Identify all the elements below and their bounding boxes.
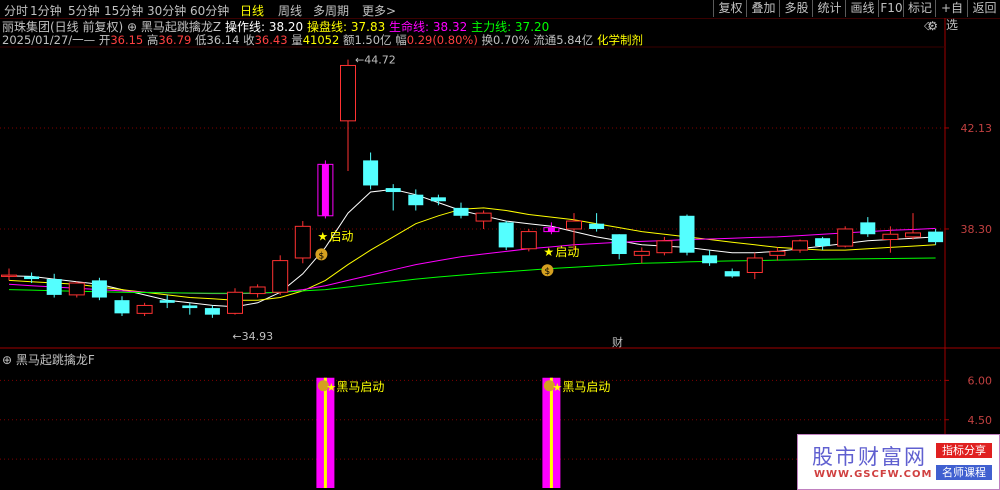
candle-body: [837, 228, 854, 247]
series-line-1: [8, 207, 936, 301]
candle-body: [860, 222, 876, 235]
star-icon: ★: [543, 245, 554, 259]
sub-signal-label: 黑马启动: [562, 380, 610, 394]
candle-body: [430, 197, 446, 202]
candle-body: [611, 234, 627, 255]
candle-body: [475, 212, 492, 222]
candle-body: [520, 231, 537, 250]
sub-indicator-header: ⊕ 黑马起跳擒龙F: [2, 351, 95, 368]
min-price-label: ←34.93: [232, 330, 273, 343]
candle-body: [633, 250, 650, 256]
ad-badge-course[interactable]: 名师课程: [936, 465, 992, 480]
star-icon: ★: [552, 381, 562, 394]
candle-body: [68, 282, 85, 296]
candle-body: [792, 240, 808, 251]
candle-body: [294, 225, 311, 259]
max-price-label: ←44.72: [355, 54, 396, 67]
series-line-2: [8, 227, 936, 295]
y-tick-label-sub: 6.00: [968, 374, 993, 387]
candle-body: [408, 194, 424, 206]
y-tick-label-main: 38.30: [961, 223, 993, 236]
candle-body: [136, 304, 153, 314]
candle-body: [746, 257, 763, 273]
candle-body: [815, 238, 831, 247]
series-line-3: [8, 257, 936, 294]
candle-body: [340, 64, 356, 122]
candle-body: [679, 215, 695, 253]
sub-indicator-name[interactable]: 黑马起跳擒龙F: [16, 353, 95, 367]
stock-chart[interactable]: 38.3042.133.004.506.00←44.72←34.93★启动$★启…: [0, 0, 1000, 490]
ad-title: 股市财富网: [812, 445, 927, 469]
finance-marker: 财: [612, 335, 623, 349]
candle-body: [272, 260, 289, 293]
money-bag-symbol: $: [319, 251, 325, 261]
candle-body: [385, 188, 401, 193]
candle-body: [882, 233, 899, 241]
ad-banner[interactable]: 股市财富网 WWW.GSCFW.COM 指标分享 名师课程: [797, 434, 1000, 490]
candle-body: [589, 223, 605, 229]
sub-signal-label: 黑马启动: [336, 380, 384, 394]
candle-signal-fill: [321, 164, 329, 216]
candle-body: [227, 291, 243, 314]
candle-body: [702, 255, 718, 264]
ad-badge-share[interactable]: 指标分享: [936, 443, 992, 458]
star-icon: ★: [326, 381, 336, 394]
candle-body: [114, 300, 130, 314]
sub-indicator-toggle-icon[interactable]: ⊕: [2, 353, 12, 367]
candle-body: [656, 240, 673, 254]
candle-body: [905, 232, 921, 238]
candle-body: [724, 271, 740, 277]
candle-body: [24, 276, 40, 280]
ad-url: WWW.GSCFW.COM: [814, 469, 933, 480]
money-bag-symbol: $: [545, 267, 551, 277]
candle-body: [204, 308, 220, 315]
signal-bar-core: [549, 377, 553, 488]
candle-body: [928, 231, 944, 243]
candle-body: [91, 280, 107, 298]
signal-label: 启动: [329, 229, 353, 243]
signal-bar-core: [323, 377, 327, 488]
signal-label: 启动: [555, 245, 579, 259]
y-tick-label-sub: 4.50: [968, 414, 993, 427]
y-tick-label-main: 42.13: [961, 122, 993, 135]
candle-body: [159, 300, 175, 303]
candle-body: [1, 274, 17, 277]
candle-body: [249, 286, 266, 295]
star-icon: ★: [317, 229, 328, 243]
candle-body: [363, 160, 379, 186]
candle-body: [566, 220, 582, 230]
candle-body: [498, 222, 514, 248]
candle-body: [769, 250, 786, 256]
candle-body: [46, 279, 62, 295]
candle-signal-fill: [547, 227, 555, 232]
candle-body: [453, 207, 469, 216]
candle-body: [182, 305, 198, 309]
